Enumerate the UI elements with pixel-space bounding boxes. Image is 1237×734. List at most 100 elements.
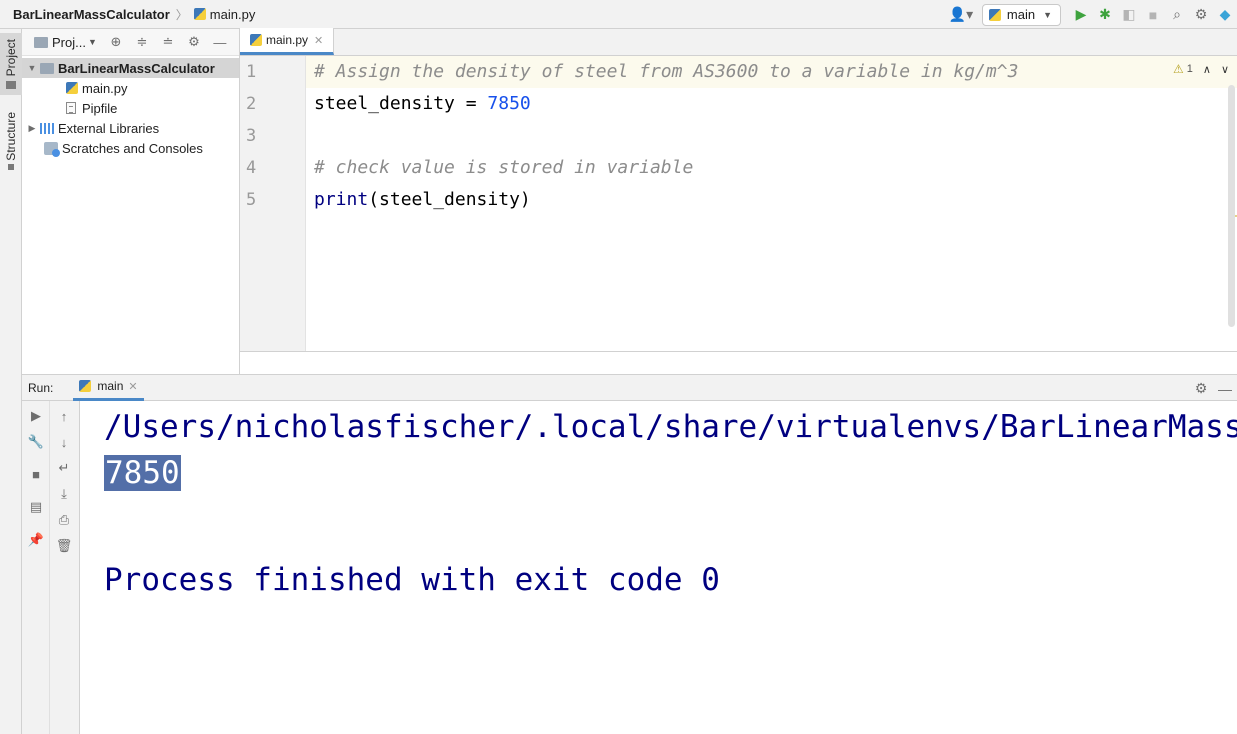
chevron-down-icon: ▼ xyxy=(1043,9,1052,20)
run-icon[interactable]: ▶ xyxy=(1069,3,1093,27)
tree-item-scratches[interactable]: Scratches and Consoles xyxy=(22,138,239,158)
gear-icon[interactable]: ⚙ xyxy=(1189,377,1213,401)
soft-wrap-icon[interactable]: ↵ xyxy=(52,457,76,479)
coverage-icon[interactable]: ◧ xyxy=(1117,3,1141,27)
hide-icon[interactable]: — xyxy=(1213,377,1237,401)
tool-tab-structure[interactable]: Structure xyxy=(0,105,22,177)
run-tab-main[interactable]: main ✕ xyxy=(73,374,144,401)
navbar-actions: 👤▾ main ▼ ▶ ✱ ◧ ■ ⌕ ⚙ ◆ xyxy=(944,0,1237,29)
tool-tab-project-label: Project xyxy=(4,39,18,77)
stop-icon[interactable]: ■ xyxy=(1141,3,1165,27)
run-toolbar-primary: ▶ 🔧 ■ ▤ 📌 xyxy=(22,401,50,734)
code-comment: # Assign the density of steel from AS360… xyxy=(314,61,1019,82)
gear-icon[interactable]: ⚙ xyxy=(181,30,207,54)
hide-icon[interactable]: — xyxy=(207,30,233,54)
navigation-bar: BarLinearMassCalculator 〉 main.py 👤▾ mai… xyxy=(0,0,1237,29)
python-file-icon xyxy=(66,82,78,94)
locate-file-icon[interactable]: ⊕ xyxy=(103,30,129,54)
inspection-count: 1 xyxy=(1186,63,1193,75)
tree-item-label: External Libraries xyxy=(58,120,160,136)
trash-icon[interactable]: 🗑 xyxy=(52,535,76,557)
code-with-me-icon[interactable]: ◆ xyxy=(1213,3,1237,27)
breadcrumb: BarLinearMassCalculator 〉 main.py xyxy=(0,0,255,29)
chevron-down-icon[interactable]: ▼ xyxy=(26,63,38,73)
code-number: 7850 xyxy=(487,93,531,114)
folder-icon xyxy=(6,80,16,89)
arrow-up-icon[interactable]: ↑ xyxy=(52,405,76,427)
chevron-down-icon[interactable]: ∨ xyxy=(1221,63,1229,76)
run-configuration-label: main xyxy=(1006,7,1036,22)
search-icon[interactable]: ⌕ xyxy=(1165,3,1189,27)
code-line-4[interactable]: # check value is stored in variable xyxy=(314,157,693,178)
project-panel-header: Proj... ▼ ⊕ ≑ ≐ ⚙ — xyxy=(22,29,239,56)
breadcrumb-file[interactable]: main.py xyxy=(193,6,256,22)
tree-item-project-root[interactable]: ▼ BarLinearMassCalculator xyxy=(22,58,239,78)
user-icon[interactable]: 👤▾ xyxy=(944,3,978,27)
tree-item-main-py[interactable]: main.py xyxy=(22,78,239,98)
editor-tab-main-py[interactable]: main.py ✕ xyxy=(240,28,335,55)
collapse-all-icon[interactable]: ≐ xyxy=(155,30,181,54)
rerun-icon[interactable]: ▶ xyxy=(24,405,48,427)
text-file-icon xyxy=(66,102,76,114)
chevron-right-icon[interactable]: ▶ xyxy=(26,123,38,134)
project-panel-tools: ⊕ ≑ ≐ ⚙ — xyxy=(103,30,233,54)
pin-icon[interactable]: 📌 xyxy=(24,529,48,551)
code-args: (steel_density) xyxy=(368,189,531,210)
project-view-select[interactable]: Proj... xyxy=(52,35,86,50)
code-line-1[interactable]: # Assign the density of steel from AS360… xyxy=(314,61,1018,82)
breadcrumb-project[interactable]: BarLinearMassCalculator xyxy=(13,7,170,22)
layout-icon[interactable]: ▤ xyxy=(24,496,48,518)
library-icon xyxy=(40,122,54,134)
code-editor[interactable]: 1 2 3 4 5 # Assign the density of steel … xyxy=(240,56,1237,351)
arrow-down-icon[interactable]: ↓ xyxy=(52,431,76,453)
line-number: 4 xyxy=(246,158,257,178)
editor-tab-label: main.py xyxy=(266,33,309,47)
line-number: 5 xyxy=(246,190,257,210)
line-number: 3 xyxy=(246,126,257,146)
python-icon xyxy=(988,8,1001,21)
code-comment: # check value is stored in variable xyxy=(314,157,694,178)
scroll-to-end-icon[interactable]: ⤓ xyxy=(52,483,76,505)
warning-icon: ⚠ xyxy=(1172,62,1184,76)
tool-tab-structure-label: Structure xyxy=(4,111,18,161)
tree-item-pipfile[interactable]: Pipfile xyxy=(22,98,239,118)
project-tree: ▼ BarLinearMassCalculator main.py Pipfil… xyxy=(22,56,239,158)
print-icon[interactable]: ⎙ xyxy=(52,509,76,531)
console-output-line: 7850 xyxy=(104,453,181,493)
code-builtin: print xyxy=(314,189,369,210)
python-file-icon xyxy=(250,34,262,46)
chevron-up-icon[interactable]: ∧ xyxy=(1203,63,1211,76)
project-panel: Proj... ▼ ⊕ ≑ ≐ ⚙ — ▼ BarLinearMassCalcu… xyxy=(22,29,240,374)
breadcrumb-file-label: main.py xyxy=(209,6,256,22)
folder-icon xyxy=(40,62,54,74)
run-tab-label: main xyxy=(97,379,124,393)
expand-all-icon[interactable]: ≑ xyxy=(129,30,155,54)
run-configuration-select[interactable]: main ▼ xyxy=(981,3,1061,26)
chevron-down-icon[interactable]: ▼ xyxy=(88,37,97,47)
code-line-5[interactable]: print(steel_density) xyxy=(314,189,531,210)
editor-footer xyxy=(240,351,1237,374)
close-icon[interactable]: ✕ xyxy=(314,34,323,47)
inspection-widget[interactable]: ⚠ 1 ∧ ∨ xyxy=(1173,62,1229,76)
left-tool-strip: Project Structure xyxy=(0,29,22,734)
run-toolbar-secondary: ↑ ↓ ↵ ⤓ ⎙ 🗑 xyxy=(50,401,80,734)
tree-item-external-libraries[interactable]: ▶ External Libraries xyxy=(22,118,239,138)
gear-icon[interactable]: ⚙ xyxy=(1189,3,1213,27)
python-icon xyxy=(79,380,92,392)
stop-icon[interactable]: ■ xyxy=(24,463,48,485)
editor: main.py ✕ 1 2 3 4 5 # Assign the density… xyxy=(240,28,1237,374)
run-tool-actions: ⚙ — xyxy=(1189,375,1237,402)
run-tool-label: Run: xyxy=(28,380,54,395)
console-selected-output[interactable]: 7850 xyxy=(104,455,181,491)
editor-tab-bar: main.py ✕ xyxy=(240,28,1237,56)
wrench-icon[interactable]: 🔧 xyxy=(24,431,48,453)
code-line-2[interactable]: steel_density = 7850 xyxy=(314,93,531,114)
run-console[interactable]: /Users/nicholasfischer/.local/share/virt… xyxy=(80,401,1237,734)
debug-icon[interactable]: ✱ xyxy=(1093,3,1117,27)
folder-icon xyxy=(34,36,48,48)
editor-scrollbar[interactable] xyxy=(1228,85,1235,327)
run-tool-header: Run: main ✕ ⚙ — xyxy=(22,374,1237,401)
tool-tab-project[interactable]: Project xyxy=(0,33,22,95)
chevron-right-icon: 〉 xyxy=(175,7,188,22)
close-icon[interactable]: ✕ xyxy=(128,380,137,393)
